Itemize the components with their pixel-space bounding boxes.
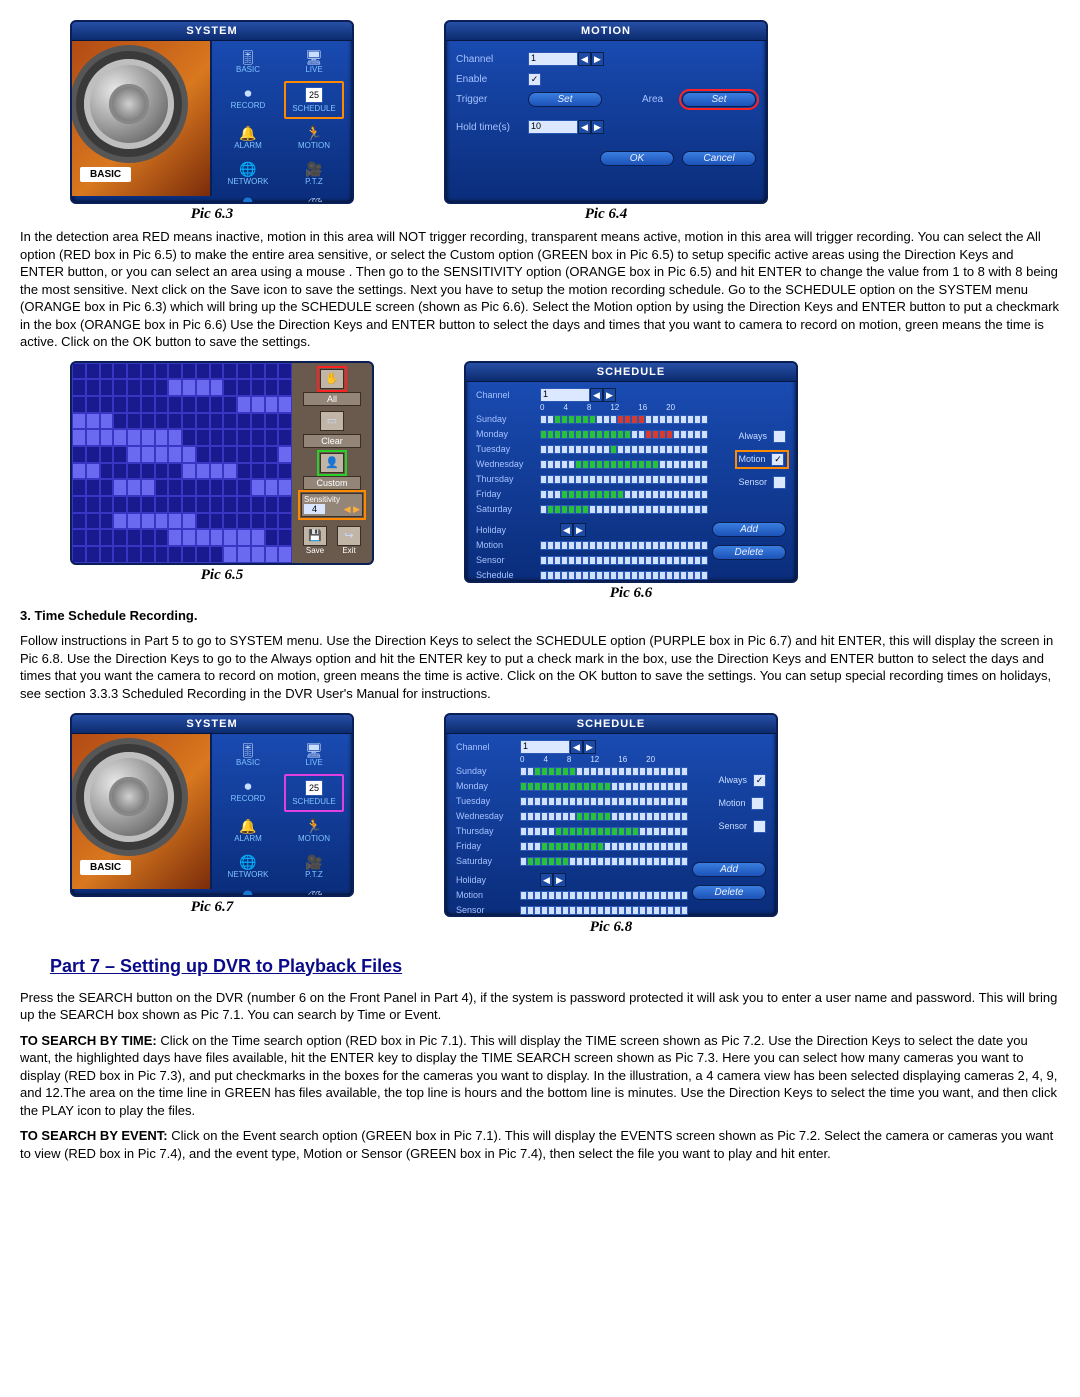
- sys-ptz[interactable]: 🎥P.T.Z: [284, 850, 344, 884]
- sys-user[interactable]: 👤USER: [218, 193, 278, 204]
- schedule-hours: 048121620: [540, 403, 786, 412]
- schedule-grid-monday[interactable]: [520, 782, 688, 791]
- sensor-checkbox[interactable]: [753, 820, 766, 833]
- all-button[interactable]: All: [303, 392, 361, 406]
- caption-63: Pic 6.3: [191, 206, 234, 223]
- exit-icon[interactable]: ↪: [337, 526, 361, 546]
- enable-checkbox[interactable]: ✓: [528, 73, 541, 86]
- schedule-title: SCHEDULE: [466, 363, 796, 382]
- basic-banner: BASIC: [80, 167, 131, 182]
- sys-record[interactable]: ⏺RECORD: [218, 81, 278, 115]
- sys-alarm[interactable]: 🔔ALARM: [218, 121, 278, 155]
- custom-icon[interactable]: 👤: [320, 453, 344, 473]
- add-button[interactable]: Add: [712, 522, 786, 537]
- sched-channel-label: Channel: [476, 390, 540, 400]
- schedule-grid-monday[interactable]: [540, 430, 708, 439]
- caption-65: Pic 6.5: [201, 567, 244, 584]
- holdtime-label: Hold time(s): [456, 122, 528, 133]
- system-title: SYSTEM: [72, 22, 352, 41]
- channel-label: Channel: [456, 54, 528, 65]
- custom-button[interactable]: Custom: [303, 476, 361, 490]
- schedule-panel-68: SCHEDULE Channel 1 ◀▶ 048121620 SundayMo…: [444, 713, 778, 917]
- motion-panel-64: MOTION Channel 1 ◀▶ Enable ✓ Trigger Set…: [444, 20, 768, 204]
- always-checkbox[interactable]: [773, 430, 786, 443]
- sensitivity-box[interactable]: Sensitivity 4◀ ▶: [301, 493, 363, 517]
- schedule-grid-sunday[interactable]: [520, 767, 688, 776]
- holdtime-spinner[interactable]: ◀▶: [578, 120, 604, 134]
- motion-checkbox[interactable]: [751, 797, 764, 810]
- holiday-spinner[interactable]: ◀▶: [560, 523, 586, 537]
- sys-live[interactable]: 🖥LIVE: [284, 738, 344, 772]
- schedule-grid-tuesday[interactable]: [540, 445, 708, 454]
- sys-schedule[interactable]: 25SCHEDULE: [284, 81, 344, 119]
- system-panel-63: SYSTEM BASIC 🎚BASIC 🖥LIVE ⏺RECORD 25SCHE…: [70, 20, 354, 204]
- schedule-grid-tuesday[interactable]: [520, 797, 688, 806]
- caption-66: Pic 6.6: [610, 585, 653, 602]
- schedule-grid-wednesday[interactable]: [540, 460, 708, 469]
- sys-tools[interactable]: 🛠TOOLS: [284, 193, 344, 204]
- schedule-grid-thursday[interactable]: [540, 475, 708, 484]
- system-preview: BASIC: [72, 41, 212, 196]
- save-icon[interactable]: 💾: [303, 526, 327, 546]
- trigger-set-button[interactable]: Set: [528, 92, 602, 107]
- delete-button[interactable]: Delete: [712, 545, 786, 560]
- schedule-panel-66: SCHEDULE Channel 1 ◀▶ 048121620 SundayMo…: [464, 361, 798, 583]
- heading-time-schedule: 3. Time Schedule Recording.: [20, 608, 197, 623]
- sys-alarm[interactable]: 🔔ALARM: [218, 814, 278, 848]
- clear-icon[interactable]: ▭: [320, 411, 344, 431]
- sys-network[interactable]: 🌐NETWORK: [218, 850, 278, 884]
- area-set-button[interactable]: Set: [682, 92, 756, 107]
- schedule-grid-wednesday[interactable]: [520, 812, 688, 821]
- all-icon[interactable]: ✋: [320, 369, 344, 389]
- delete-button[interactable]: Delete: [692, 885, 766, 900]
- sys-tools[interactable]: 🛠TOOLS: [284, 886, 344, 897]
- sys-live[interactable]: 🖥LIVE: [284, 45, 344, 79]
- always-checkbox[interactable]: ✓: [753, 774, 766, 787]
- holdtime-value[interactable]: 10: [528, 120, 578, 134]
- motion-ok-button[interactable]: OK: [600, 151, 674, 166]
- sensor-checkbox[interactable]: [773, 476, 786, 489]
- part7-heading: Part 7 – Setting up DVR to Playback File…: [50, 956, 1060, 977]
- schedule-grid-thursday[interactable]: [520, 827, 688, 836]
- sys-network[interactable]: 🌐NETWORK: [218, 157, 278, 191]
- paragraph-search-time: TO SEARCH BY TIME: Click on the Time sea…: [20, 1032, 1060, 1120]
- sys-motion[interactable]: 🏃MOTION: [284, 121, 344, 155]
- sys-user[interactable]: 👤USER: [218, 886, 278, 897]
- schedule-grid-friday[interactable]: [540, 490, 708, 499]
- schedule-grid-saturday[interactable]: [540, 505, 708, 514]
- sys-ptz[interactable]: 🎥P.T.Z: [284, 157, 344, 191]
- system-panel-67: SYSTEM BASIC 🎚BASIC 🖥LIVE ⏺RECORD 25SCHE…: [70, 713, 354, 897]
- caption-64: Pic 6.4: [585, 206, 628, 223]
- motion-cancel-button[interactable]: Cancel: [682, 151, 756, 166]
- caption-67: Pic 6.7: [191, 899, 234, 916]
- paragraph-search-event: TO SEARCH BY EVENT: Click on the Event s…: [20, 1127, 1060, 1162]
- paragraph-time-schedule: Follow instructions in Part 5 to go to S…: [20, 632, 1060, 702]
- motion-title: MOTION: [446, 22, 766, 41]
- schedule-grid-saturday[interactable]: [520, 857, 688, 866]
- motion-grid-panel-65: ✋ All ▭ Clear 👤 Custom Sensitivity 4◀ ▶ …: [70, 361, 374, 565]
- trigger-label: Trigger: [456, 94, 528, 105]
- channel-value[interactable]: 1: [528, 52, 578, 66]
- motion-checkbox[interactable]: ✓: [771, 453, 784, 466]
- sys-record[interactable]: ⏺RECORD: [218, 774, 278, 808]
- channel-spinner[interactable]: ◀▶: [578, 52, 604, 66]
- clear-button[interactable]: Clear: [303, 434, 361, 448]
- schedule-grid-friday[interactable]: [520, 842, 688, 851]
- area-label: Area: [642, 94, 682, 105]
- sys-schedule[interactable]: 25SCHEDULE: [284, 774, 344, 812]
- sys-basic[interactable]: 🎚BASIC: [218, 45, 278, 79]
- sys-basic[interactable]: 🎚BASIC: [218, 738, 278, 772]
- paragraph-search-intro: Press the SEARCH button on the DVR (numb…: [20, 989, 1060, 1024]
- enable-label: Enable: [456, 74, 528, 85]
- motion-detection-grid[interactable]: [72, 363, 292, 563]
- paragraph-motion-area: In the detection area RED means inactive…: [20, 228, 1060, 351]
- caption-68: Pic 6.8: [590, 919, 633, 936]
- add-button[interactable]: Add: [692, 862, 766, 877]
- sys-motion[interactable]: 🏃MOTION: [284, 814, 344, 848]
- sched-channel-value[interactable]: 1: [540, 388, 590, 402]
- schedule-grid-sunday[interactable]: [540, 415, 708, 424]
- sched-channel-spinner[interactable]: ◀▶: [590, 388, 616, 402]
